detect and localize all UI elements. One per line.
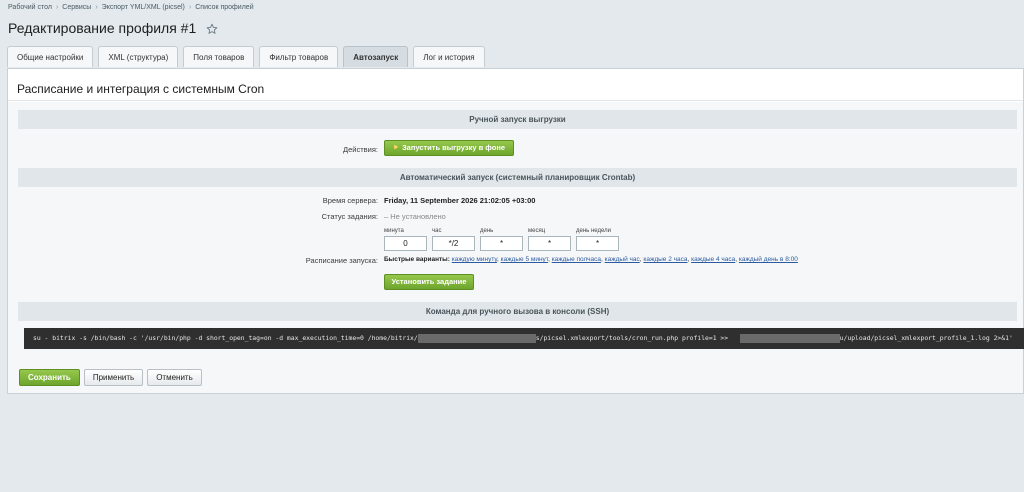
- panel-header: Расписание и интеграция с системным Cron: [8, 73, 1023, 101]
- title-row: Редактирование профиля #1: [8, 19, 218, 37]
- cron-hour-field: час */2: [432, 227, 475, 251]
- cron-day-field: день *: [480, 227, 523, 251]
- quick-options: Быстрые варианты: каждую минуту, каждые …: [384, 256, 798, 263]
- breadcrumb-item[interactable]: Рабочий стол: [8, 4, 52, 11]
- cron-minute-label: минута: [384, 228, 404, 234]
- breadcrumb-separator-icon: ›: [188, 4, 192, 11]
- redacted-block: [739, 333, 840, 343]
- apply-button[interactable]: Применить: [83, 369, 144, 386]
- run-background-button-label: Запустить выгрузку в фоне: [401, 143, 506, 152]
- tab-product-filter[interactable]: Фильтр товаров: [259, 46, 339, 67]
- breadcrumb-item[interactable]: Сервисы: [62, 4, 91, 11]
- tab-product-fields[interactable]: Поля товаров: [183, 46, 255, 67]
- quick-option-every-4-hours[interactable]: каждые 4 часа: [691, 256, 735, 263]
- status-value: – Не установлено: [384, 212, 446, 221]
- page-title: Редактирование профиля #1: [8, 20, 197, 36]
- cron-month-input[interactable]: *: [528, 236, 571, 251]
- cron-weekday-field: день недели *: [576, 227, 619, 251]
- cron-month-label: месяц: [528, 228, 546, 234]
- cron-day-input[interactable]: *: [480, 236, 523, 251]
- cron-minute-field: минута 0: [384, 227, 427, 251]
- ssh-command-console[interactable]: su - bitrix -s /bin/bash -c '/usr/bin/ph…: [24, 328, 1024, 349]
- breadcrumb-separator-icon: ›: [95, 4, 98, 11]
- quick-option-every-5-minutes[interactable]: каждые 5 минут: [501, 256, 548, 263]
- server-time-value: Friday, 11 September 2026 21:02:05 +03:0…: [384, 196, 536, 205]
- cron-minute-input[interactable]: 0: [384, 236, 427, 251]
- tab-bar: Общие настройки XML (структура) Поля тов…: [7, 46, 490, 67]
- cron-weekday-input[interactable]: *: [576, 236, 619, 251]
- actions-label: Действия:: [343, 145, 378, 154]
- quick-option-every-2-hours[interactable]: каждые 2 часа: [643, 256, 687, 263]
- quick-options-title: Быстрые варианты:: [384, 256, 450, 263]
- quick-option-every-minute[interactable]: каждую минуту: [452, 256, 497, 263]
- schedule-label: Расписание запуска:: [305, 256, 378, 265]
- tab-log-history[interactable]: Лог и история: [413, 46, 485, 67]
- breadcrumb-item[interactable]: Экспорт YML/XML (picsel): [102, 4, 185, 11]
- tab-general[interactable]: Общие настройки: [7, 46, 94, 67]
- quick-option-daily-8am[interactable]: каждый день в 8:00: [739, 256, 798, 263]
- server-time-label: Время сервера:: [322, 196, 378, 205]
- cron-hour-label: час: [432, 228, 442, 234]
- quick-option-every-half-hour[interactable]: каждые полчаса: [552, 256, 601, 263]
- redacted-block: [417, 333, 536, 343]
- status-label: Статус задания:: [321, 212, 378, 221]
- section-ssh-command: Команда для ручного вызова в консоли (SS…: [18, 302, 1017, 321]
- cron-weekday-label: день недели: [576, 228, 611, 234]
- tab-autorun[interactable]: Автозапуск: [343, 46, 409, 67]
- breadcrumb: Рабочий стол › Сервисы › Экспорт YML/XML (pi…: [8, 4, 254, 11]
- ssh-command-part3: u/upload/picsel_xmlexport_profile_1.log …: [839, 334, 1013, 342]
- cron-month-field: месяц *: [528, 227, 571, 251]
- tab-xml-structure[interactable]: XML (структура): [98, 46, 179, 67]
- breadcrumb-separator-icon: ›: [55, 4, 59, 11]
- cron-hour-input[interactable]: */2: [432, 236, 475, 251]
- section-auto-run: Автоматический запуск (системный планиро…: [18, 168, 1017, 187]
- save-button[interactable]: Сохранить: [19, 369, 80, 386]
- panel-title: Расписание и интеграция с системным Cron: [17, 82, 265, 96]
- star-icon[interactable]: [206, 22, 218, 34]
- ssh-command-part2: s/picsel.xmlexport/tools/cron_run.php pr…: [535, 334, 729, 342]
- breadcrumb-item[interactable]: Список профилей: [195, 4, 253, 11]
- ssh-command-part1: su - bitrix -s /bin/bash -c '/usr/bin/ph…: [33, 334, 418, 342]
- form-footer: Сохранить Применить Отменить: [19, 369, 206, 386]
- quick-option-every-hour[interactable]: каждый час: [605, 256, 640, 263]
- section-manual-run: Ручной запуск выгрузки: [18, 110, 1017, 129]
- cancel-button[interactable]: Отменить: [147, 369, 202, 386]
- run-icon: [393, 141, 399, 150]
- run-background-button[interactable]: Запустить выгрузку в фоне: [384, 140, 514, 156]
- set-task-button[interactable]: Установить задание: [384, 274, 474, 290]
- cron-day-label: день: [480, 228, 494, 234]
